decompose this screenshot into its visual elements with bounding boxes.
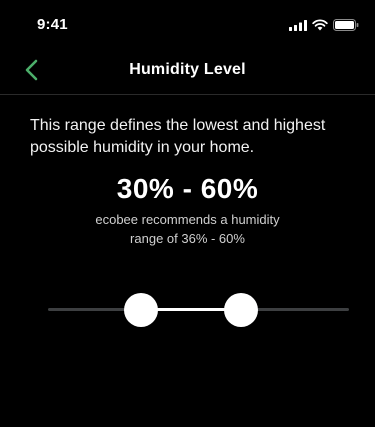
humidity-range-slider[interactable] (48, 292, 349, 328)
recommendation-line-2: range of 36% - 60% (130, 231, 245, 246)
description-text: This range defines the lowest and highes… (30, 117, 326, 156)
cellular-signal-icon (289, 19, 307, 31)
status-icons (289, 19, 359, 31)
max-humidity-thumb[interactable] (223, 293, 258, 327)
recommendation-line-1: ecobee recommends a humidity (95, 212, 280, 227)
humidity-range-value: 30% - 60% (116, 173, 259, 204)
status-time: 9:41 (37, 16, 68, 33)
nav-bar: Humidity Level (0, 50, 375, 95)
recommendation-line: ecobee recommends a humidity range of 36%… (0, 210, 375, 248)
status-bar: 9:41 (0, 0, 375, 50)
min-humidity-thumb[interactable] (124, 293, 159, 327)
wifi-icon (312, 19, 328, 31)
page-title: Humidity Level (129, 61, 246, 78)
recommendation-text: ecobee recommends a humidity range of 36%… (0, 210, 375, 248)
battery-icon (333, 19, 359, 31)
